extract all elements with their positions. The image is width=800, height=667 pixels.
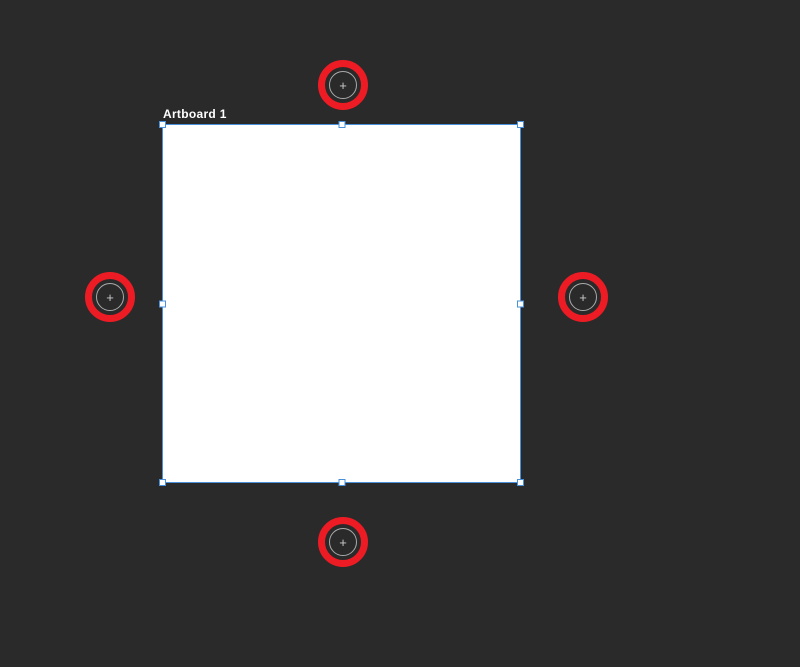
- add-artboard-left-button[interactable]: +: [96, 283, 124, 311]
- plus-icon: +: [339, 79, 347, 92]
- artboard-label[interactable]: Artboard 1: [163, 107, 227, 121]
- add-artboard-top-button[interactable]: +: [329, 71, 357, 99]
- plus-icon: +: [106, 291, 114, 304]
- canvas-area[interactable]: Artboard 1 + + + +: [0, 0, 800, 667]
- add-artboard-bottom-button[interactable]: +: [329, 528, 357, 556]
- plus-icon: +: [339, 536, 347, 549]
- artboard[interactable]: [163, 125, 520, 482]
- plus-icon: +: [579, 291, 587, 304]
- add-artboard-right-button[interactable]: +: [569, 283, 597, 311]
